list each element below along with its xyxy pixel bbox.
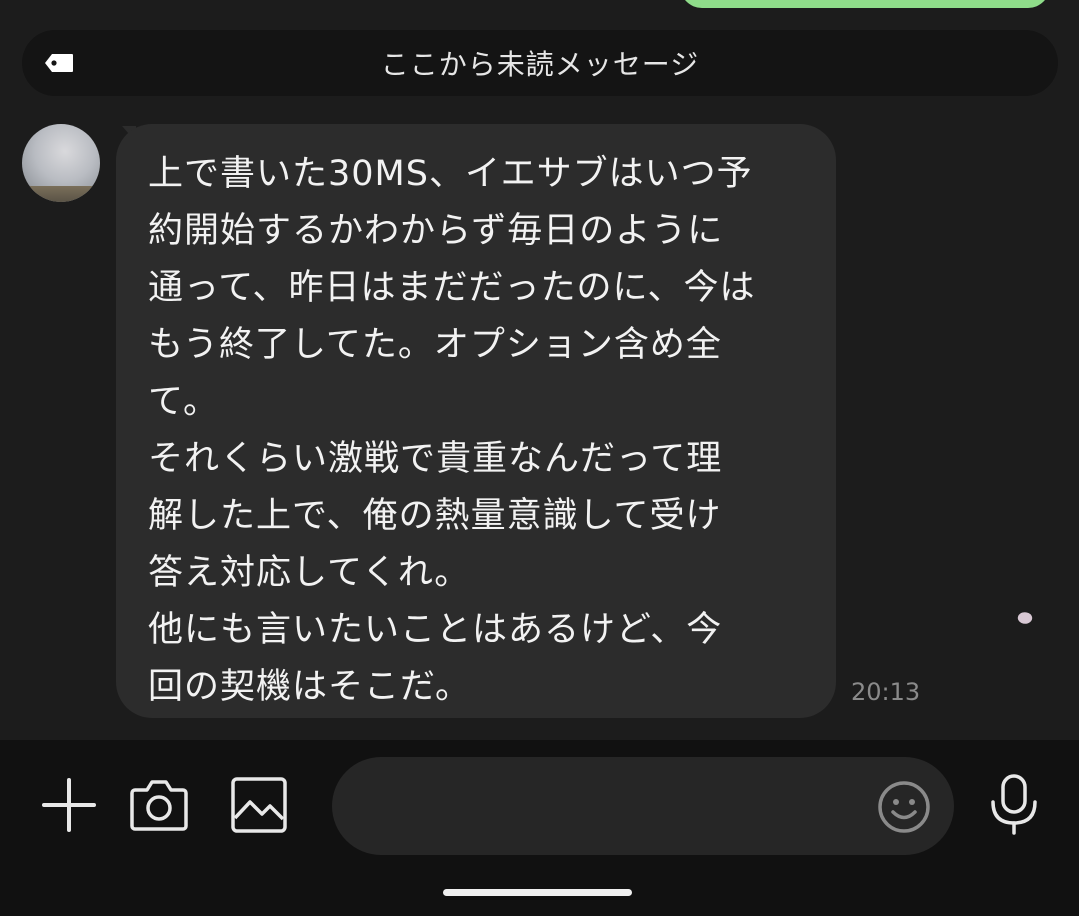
tag-icon — [44, 53, 74, 73]
message-line: 回の契機はそこだ。 — [148, 667, 471, 707]
image-icon[interactable] — [230, 776, 288, 834]
message-line: 他にも言いたいことはあるけど、今 — [148, 610, 723, 650]
camera-icon[interactable] — [129, 776, 189, 834]
message-line: それくらい激戦で貴重なんだって理 — [148, 439, 723, 479]
message-line: 通って、昨日はまだだったのに、今は — [148, 268, 756, 308]
message-line: 解した上で、俺の熱量意識して受け — [148, 496, 722, 536]
avatar[interactable] — [22, 124, 100, 202]
microphone-icon[interactable] — [988, 773, 1040, 835]
unread-divider-label: ここから未読メッセージ — [380, 48, 700, 81]
message-list[interactable]: ここから未読メッセージ 上で書いた30MS、イエサブはいつ予 約開始するかわから… — [0, 0, 1079, 740]
message-line: もう終了してた。オプション含め全 — [148, 325, 722, 365]
message-line: 約開始するかわからず毎日のように — [148, 211, 724, 251]
incoming-message-bubble[interactable]: 上で書いた30MS、イエサブはいつ予 約開始するかわからず毎日のように 通って、… — [116, 124, 836, 718]
home-indicator[interactable] — [443, 889, 632, 896]
message-timestamp: 20:13 — [851, 678, 921, 706]
message-line: 答え対応してくれ。 — [148, 553, 471, 593]
decorative-petal — [1016, 609, 1034, 627]
emoji-icon[interactable] — [876, 779, 932, 835]
message-line: て。 — [148, 382, 219, 422]
plus-icon[interactable] — [40, 776, 98, 834]
message-line: 上で書いた30MS、イエサブはいつ予 — [148, 154, 753, 194]
outgoing-message-bubble[interactable] — [680, 0, 1050, 8]
message-input[interactable] — [332, 757, 954, 855]
chat-screen: ここから未読メッセージ 上で書いた30MS、イエサブはいつ予 約開始するかわから… — [0, 0, 1079, 916]
unread-divider: ここから未読メッセージ — [22, 30, 1058, 96]
avatar-photo-ground — [22, 186, 100, 202]
